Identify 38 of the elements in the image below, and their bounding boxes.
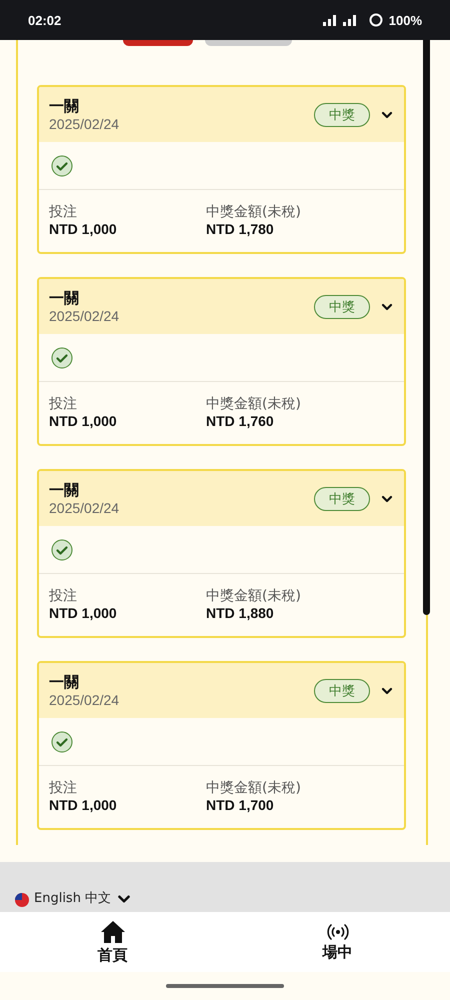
payout-amount: NTD 1,700 bbox=[206, 797, 275, 814]
status-time: 02:02 bbox=[28, 12, 62, 28]
payout-label: 中獎金額(未稅) bbox=[206, 588, 302, 605]
flag-icon bbox=[15, 893, 29, 907]
battery-percent: 100% bbox=[388, 12, 422, 28]
payout-label: 中獎金額(未稅) bbox=[206, 204, 302, 221]
status-badge: 中獎 bbox=[314, 678, 370, 702]
bet-title: 一關 bbox=[49, 288, 80, 306]
stake-amount: NTD 1,000 bbox=[49, 221, 118, 238]
payout-amount: NTD 1,880 bbox=[206, 605, 275, 622]
bet-date: 2025/02/24 bbox=[49, 690, 120, 708]
battery-ring-icon bbox=[368, 13, 383, 27]
payout-amount: NTD 1,760 bbox=[206, 413, 275, 430]
payout-amount: NTD 1,780 bbox=[206, 221, 275, 238]
nav-tab[interactable]: 場中 bbox=[225, 912, 450, 972]
bet-date: 2025/02/24 bbox=[49, 114, 120, 132]
bet-date: 2025/02/24 bbox=[49, 498, 120, 516]
stake-label: 投注 bbox=[49, 780, 78, 797]
bet-title: 一關 bbox=[49, 96, 80, 114]
status-badge: 中獎 bbox=[314, 294, 370, 318]
home-icon bbox=[100, 920, 126, 944]
status-badge: 中獎 bbox=[314, 102, 370, 126]
status-badge: 中獎 bbox=[314, 486, 370, 510]
language-selector[interactable]: English 中文 bbox=[34, 889, 112, 907]
stake-amount: NTD 1,000 bbox=[49, 797, 118, 814]
bet-title: 一關 bbox=[49, 672, 80, 690]
nav-tab[interactable]: 首頁 bbox=[0, 912, 225, 972]
stake-amount: NTD 1,000 bbox=[49, 413, 118, 430]
broadcast-icon bbox=[326, 922, 348, 940]
stake-amount: NTD 1,000 bbox=[49, 605, 118, 622]
stake-label: 投注 bbox=[49, 204, 78, 221]
bet-title: 一關 bbox=[49, 480, 80, 498]
filter-pill[interactable] bbox=[123, 40, 193, 46]
payout-label: 中獎金額(未稅) bbox=[206, 396, 302, 413]
payout-label: 中獎金額(未稅) bbox=[206, 780, 302, 797]
bet-date: 2025/02/24 bbox=[49, 306, 120, 324]
stake-label: 投注 bbox=[49, 588, 78, 605]
stake-label: 投注 bbox=[49, 396, 78, 413]
